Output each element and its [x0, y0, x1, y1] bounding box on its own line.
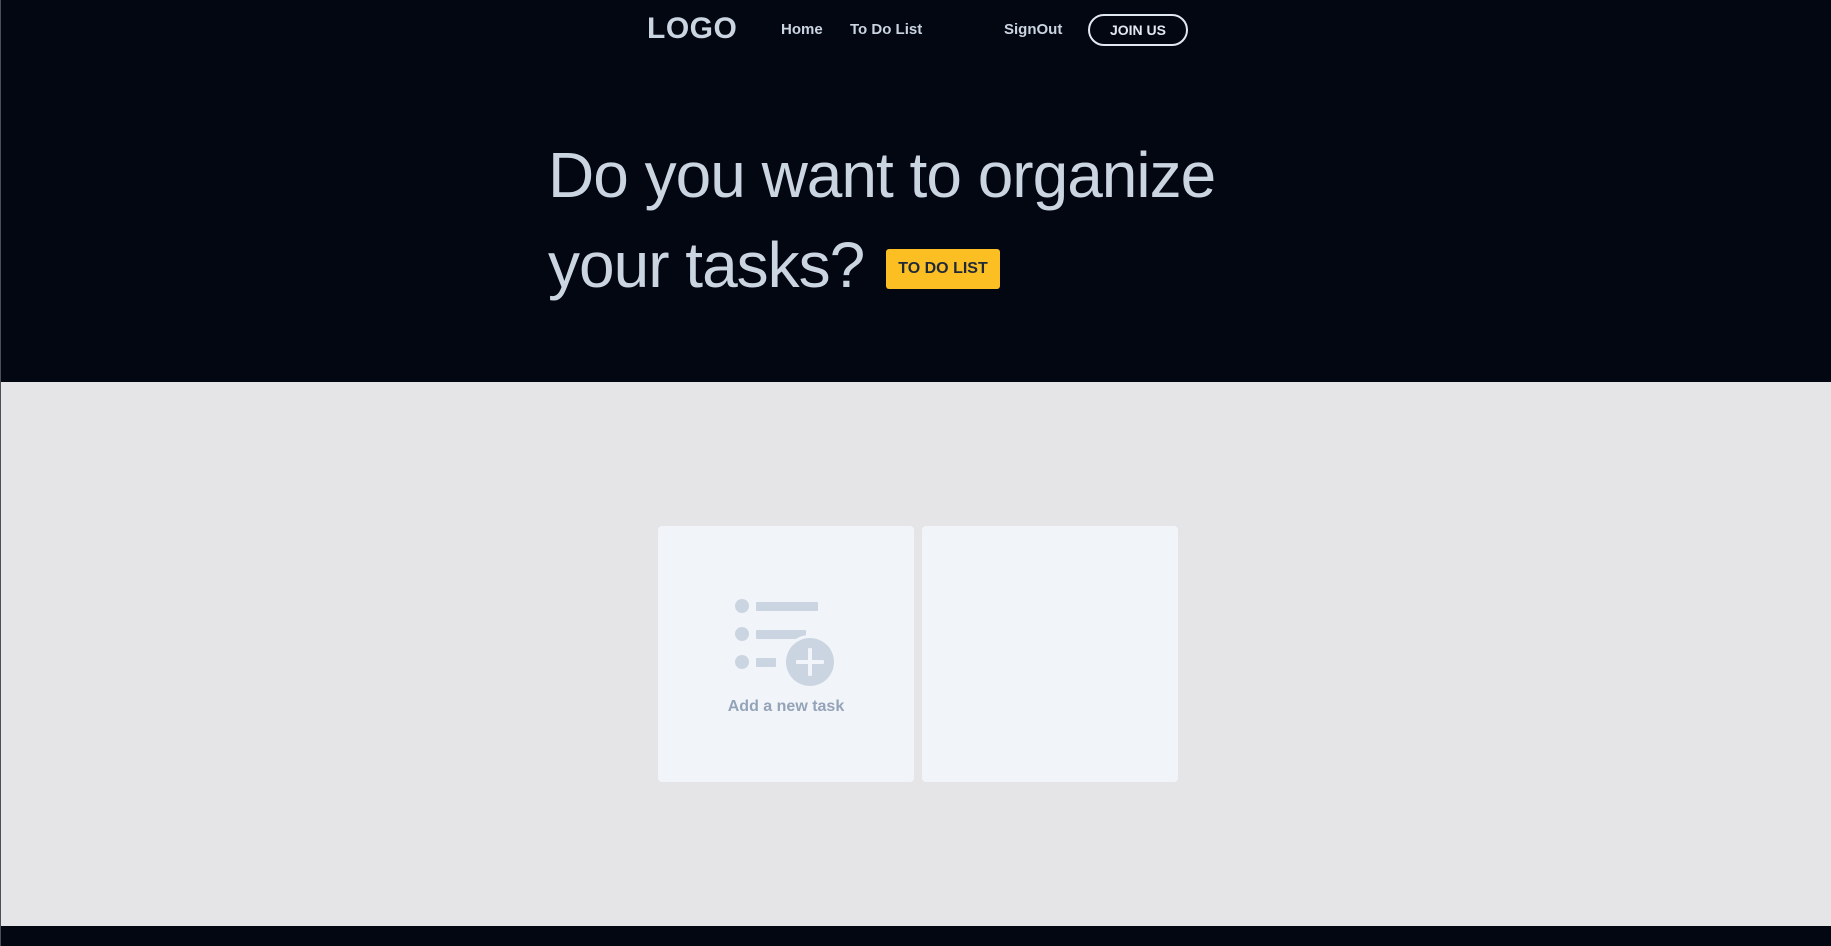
nav-link-home[interactable]: Home	[781, 21, 823, 38]
headline-line-1: Do you want to organize	[548, 139, 1216, 211]
join-us-button[interactable]: JOIN US	[1088, 14, 1188, 46]
task-cards: Add a new task	[658, 526, 1178, 782]
headline-line-2-text: your tasks?	[548, 229, 865, 301]
page: LOGO Home To Do List SignOut JOIN US Do …	[0, 0, 1831, 946]
nav-link-todo-list[interactable]: To Do List	[850, 21, 922, 38]
hero-section: LOGO Home To Do List SignOut JOIN US Do …	[1, 0, 1831, 382]
logo[interactable]: LOGO	[647, 12, 737, 46]
empty-task-card	[922, 526, 1178, 782]
list-add-icon	[735, 599, 837, 688]
footer	[1, 926, 1831, 946]
todo-list-button[interactable]: TO DO LIST	[886, 249, 1000, 289]
add-task-label: Add a new task	[727, 698, 845, 715]
top-nav: LOGO Home To Do List SignOut JOIN US	[1, 0, 1831, 60]
nav-link-signout[interactable]: SignOut	[1004, 21, 1062, 38]
headline-line-2: your tasks? TO DO LIST	[548, 220, 1268, 310]
add-task-card[interactable]: Add a new task	[658, 526, 914, 782]
hero-headline: Do you want to organize your tasks? TO D…	[548, 130, 1268, 310]
